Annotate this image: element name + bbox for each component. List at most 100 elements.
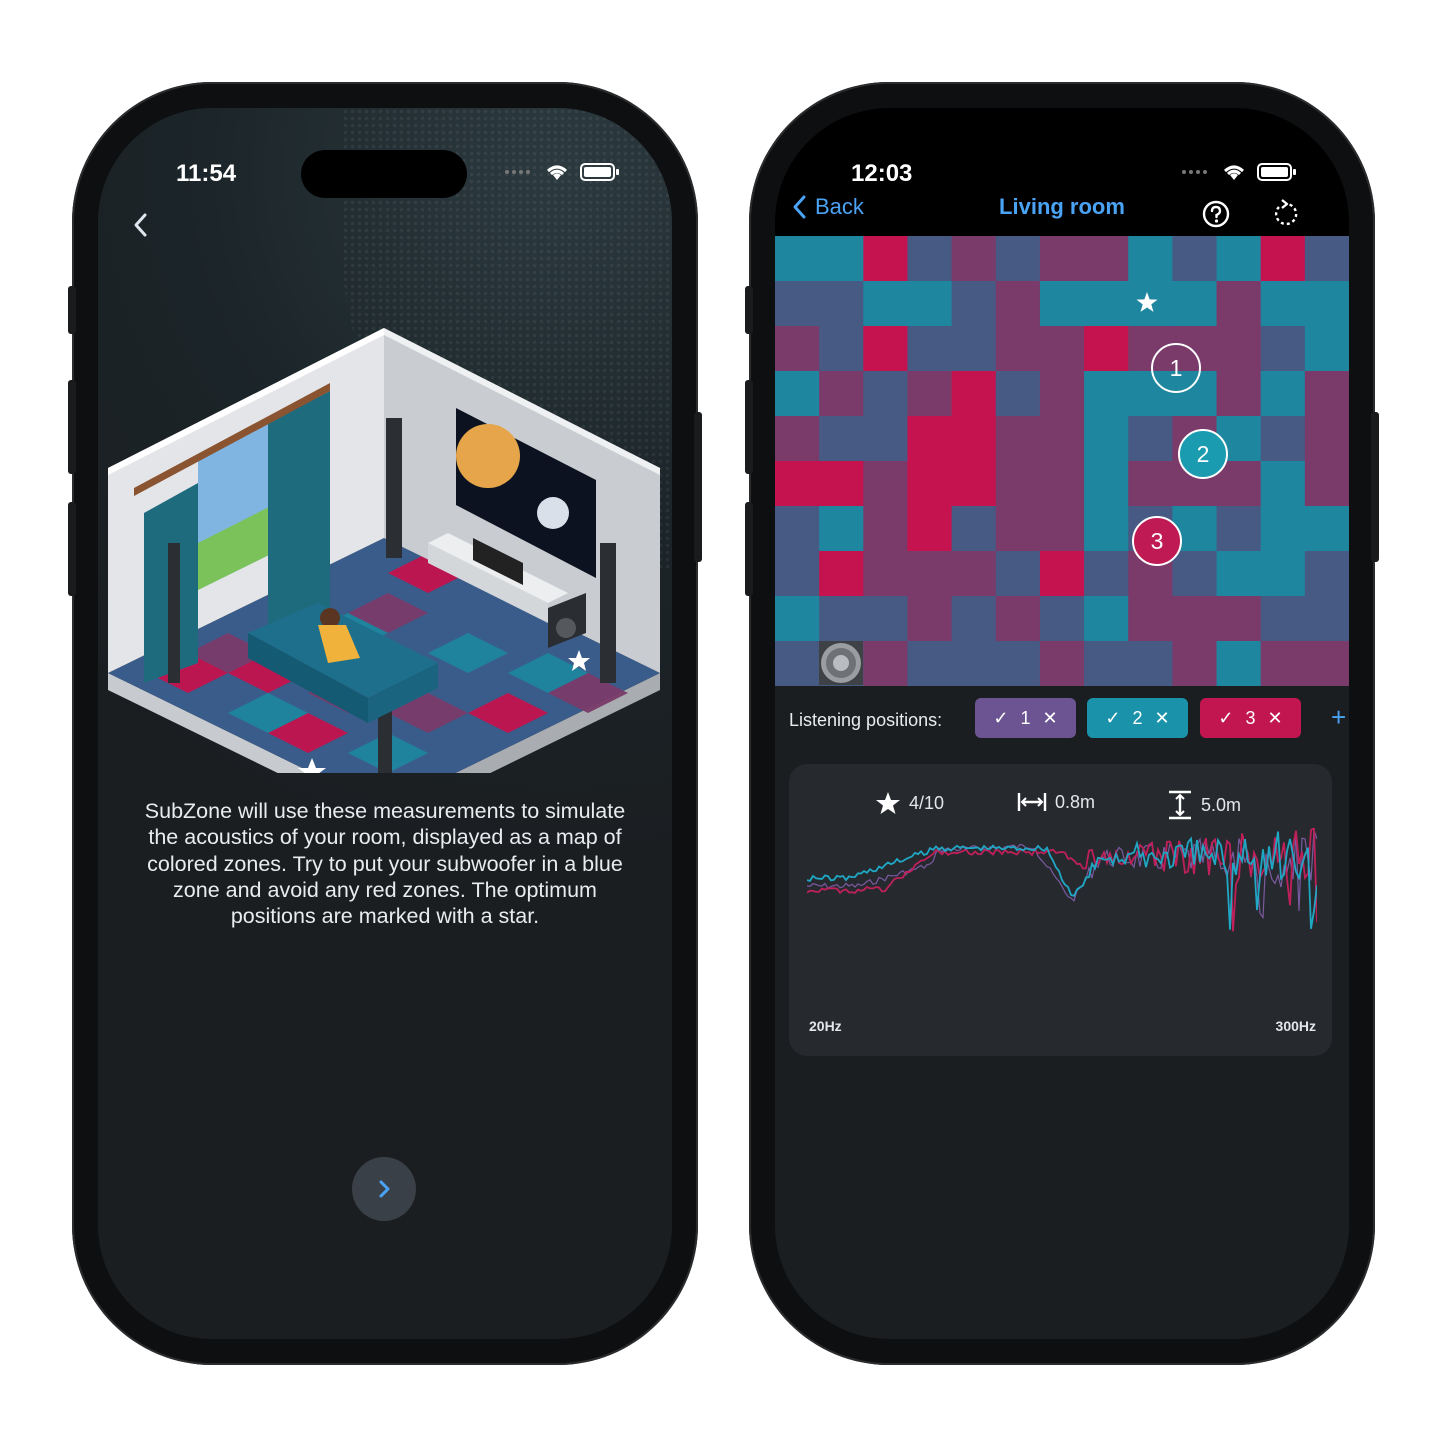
heatmap-cell[interactable] [1128, 641, 1173, 686]
heatmap-cell[interactable] [995, 236, 1041, 282]
heatmap-cell[interactable] [1304, 236, 1349, 282]
heatmap-cell[interactable] [1128, 461, 1173, 507]
heatmap-cell[interactable] [775, 326, 820, 372]
heatmap-cell[interactable] [775, 416, 820, 462]
heatmap-cell[interactable] [775, 281, 820, 327]
heatmap-cell[interactable] [951, 281, 997, 327]
heatmap-cell[interactable] [1172, 641, 1218, 686]
heatmap-cell[interactable] [1084, 371, 1129, 417]
heatmap-cell[interactable] [863, 326, 908, 372]
heatmap-cell[interactable] [1260, 281, 1306, 327]
heatmap-cell[interactable] [1039, 641, 1085, 686]
heatmap-cell[interactable] [863, 461, 908, 507]
heatmap-cell[interactable] [1216, 551, 1262, 597]
heatmap-cell[interactable] [951, 596, 997, 642]
heatmap-cell[interactable] [951, 506, 997, 552]
remove-icon[interactable]: ✕ [1155, 708, 1170, 729]
heatmap-cell[interactable] [1172, 551, 1218, 597]
remove-icon[interactable]: ✕ [1268, 708, 1283, 729]
listening-position-chip-3[interactable]: ✓ 3 ✕ [1200, 698, 1301, 738]
heatmap-cell[interactable] [863, 281, 908, 327]
add-position-button[interactable]: + [1331, 702, 1346, 733]
room-heatmap[interactable]: 1 2 3 [775, 236, 1349, 686]
heatmap-cell[interactable] [863, 236, 908, 282]
heatmap-cell[interactable] [863, 416, 908, 462]
check-icon[interactable]: ✓ [1218, 708, 1233, 729]
check-icon[interactable]: ✓ [1105, 708, 1120, 729]
heatmap-cell[interactable] [1304, 371, 1349, 417]
heatmap-cell[interactable] [1039, 326, 1085, 372]
heatmap-cell[interactable] [1128, 416, 1173, 462]
heatmap-cell[interactable] [775, 641, 820, 686]
listening-position-chip-1[interactable]: ✓ 1 ✕ [975, 698, 1076, 738]
heatmap-cell[interactable] [995, 596, 1041, 642]
heatmap-cell[interactable] [1084, 641, 1129, 686]
heatmap-cell[interactable] [1084, 416, 1129, 462]
heatmap-cell[interactable] [907, 506, 953, 552]
check-icon[interactable]: ✓ [993, 708, 1008, 729]
heatmap-cell[interactable] [1128, 236, 1173, 282]
heatmap-cell[interactable] [1260, 506, 1306, 552]
heatmap-cell[interactable] [863, 506, 908, 552]
heatmap-cell[interactable] [995, 641, 1041, 686]
heatmap-cell[interactable] [1172, 596, 1218, 642]
heatmap-cell[interactable] [907, 371, 953, 417]
heatmap-cell[interactable] [1260, 416, 1306, 462]
heatmap-cell[interactable] [1216, 641, 1262, 686]
heatmap-cell[interactable] [951, 641, 997, 686]
heatmap-cell[interactable] [1260, 551, 1306, 597]
heatmap-cell[interactable] [1304, 596, 1349, 642]
heatmap-cell[interactable] [951, 326, 997, 372]
heatmap-cell[interactable] [951, 461, 997, 507]
heatmap-cell[interactable] [951, 551, 997, 597]
heatmap-cell[interactable] [1039, 551, 1085, 597]
heatmap-cell[interactable] [1084, 551, 1129, 597]
heatmap-cell[interactable] [863, 371, 908, 417]
heatmap-cell[interactable] [1260, 461, 1306, 507]
heatmap-cell[interactable] [819, 326, 864, 372]
heatmap-cell[interactable] [819, 461, 864, 507]
heatmap-cell[interactable] [819, 281, 864, 327]
listening-position-chip-2[interactable]: ✓ 2 ✕ [1087, 698, 1188, 738]
next-button[interactable] [352, 1157, 416, 1221]
listening-marker-1[interactable]: 1 [1151, 343, 1201, 393]
heatmap-cell[interactable] [1039, 281, 1085, 327]
listening-marker-2[interactable]: 2 [1178, 429, 1228, 479]
subwoofer-icon[interactable] [819, 641, 863, 685]
heatmap-grid[interactable]: 1 2 3 [775, 236, 1349, 686]
heatmap-cell[interactable] [819, 371, 864, 417]
heatmap-cell[interactable] [1216, 371, 1262, 417]
heatmap-cell[interactable] [819, 596, 864, 642]
heatmap-cell[interactable] [1216, 326, 1262, 372]
remove-icon[interactable]: ✕ [1043, 708, 1058, 729]
heatmap-cell[interactable] [819, 236, 864, 282]
heatmap-cell[interactable] [863, 596, 908, 642]
heatmap-cell[interactable] [1304, 461, 1349, 507]
heatmap-cell[interactable] [951, 416, 997, 462]
heatmap-cell[interactable] [1172, 236, 1218, 282]
reset-icon[interactable] [1271, 199, 1301, 229]
heatmap-cell[interactable] [1039, 416, 1085, 462]
heatmap-cell[interactable] [1260, 596, 1306, 642]
heatmap-cell[interactable] [1260, 371, 1306, 417]
heatmap-cell[interactable] [907, 596, 953, 642]
heatmap-cell[interactable] [1128, 596, 1173, 642]
heatmap-cell[interactable] [775, 551, 820, 597]
heatmap-cell[interactable] [1084, 236, 1129, 282]
heatmap-cell[interactable] [1304, 326, 1349, 372]
heatmap-cell[interactable] [907, 551, 953, 597]
heatmap-cell[interactable] [1039, 506, 1085, 552]
heatmap-cell[interactable] [1084, 326, 1129, 372]
heatmap-cell[interactable] [1304, 641, 1349, 686]
question-circle-icon[interactable] [1201, 199, 1231, 229]
heatmap-cell[interactable] [907, 236, 953, 282]
heatmap-cell[interactable] [951, 236, 997, 282]
heatmap-cell[interactable] [907, 461, 953, 507]
listening-marker-3[interactable]: 3 [1132, 516, 1182, 566]
heatmap-cell[interactable] [1304, 416, 1349, 462]
heatmap-cell[interactable] [819, 416, 864, 462]
heatmap-cell[interactable] [775, 461, 820, 507]
heatmap-cell[interactable] [819, 551, 864, 597]
heatmap-cell[interactable] [775, 371, 820, 417]
heatmap-cell[interactable] [1084, 596, 1129, 642]
